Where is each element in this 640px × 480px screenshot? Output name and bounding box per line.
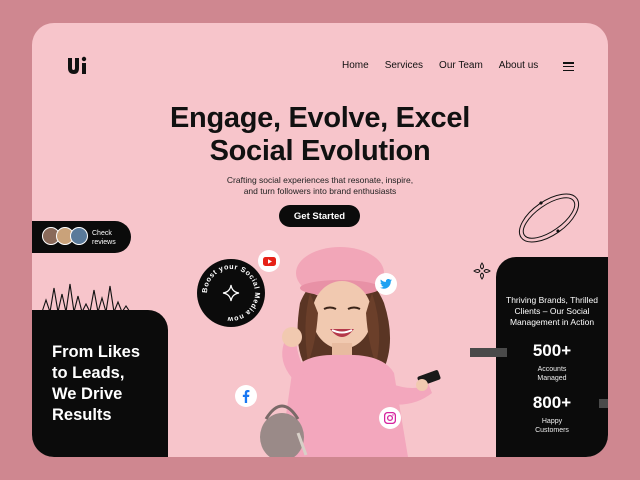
hero-title: Engage, Evolve, Excel Social Evolution	[170, 102, 470, 167]
orbit-decoration	[518, 193, 580, 243]
twitter-icon[interactable]	[375, 273, 397, 295]
tagline-text: From Likes to Leads, We Drive Results	[52, 343, 141, 424]
nav-our-team[interactable]: Our Team	[439, 60, 483, 71]
left-tagline-panel: From Likes to Leads, We Drive Results	[32, 310, 168, 457]
main-nav: Home Services Our Team About us	[342, 60, 538, 71]
facebook-icon[interactable]	[235, 385, 257, 407]
get-started-button[interactable]: Get Started	[279, 205, 360, 227]
landing-card: Home Services Our Team About us Engage, …	[32, 23, 608, 457]
stats-panel: Thriving Brands, Thrilled Clients – Our …	[496, 257, 608, 457]
stat-customers-label: Happy Customers	[535, 418, 569, 434]
wave-decoration	[32, 283, 142, 314]
nav-home[interactable]: Home	[342, 60, 369, 71]
brand-logo[interactable]	[66, 55, 90, 77]
stats-heading: Thriving Brands, Thrilled Clients – Our …	[506, 295, 598, 327]
stat-accounts-label: Accounts Managed	[537, 366, 567, 382]
nav-services[interactable]: Services	[385, 60, 423, 71]
stat-customers-value: 800+	[532, 393, 572, 412]
stat-accounts-value: 500+	[532, 341, 572, 360]
reviewer-avatar	[70, 227, 88, 245]
nav-about-us[interactable]: About us	[499, 60, 538, 71]
flower-decoration	[473, 262, 491, 280]
instagram-icon[interactable]	[379, 407, 401, 429]
decorative-bar	[599, 399, 608, 408]
hamburger-menu-icon[interactable]	[563, 62, 574, 72]
youtube-icon[interactable]	[258, 250, 280, 272]
check-reviews-pill[interactable]: Check reviews	[32, 221, 131, 253]
check-reviews-label: Check reviews	[92, 230, 116, 246]
decorative-bar	[470, 348, 507, 357]
